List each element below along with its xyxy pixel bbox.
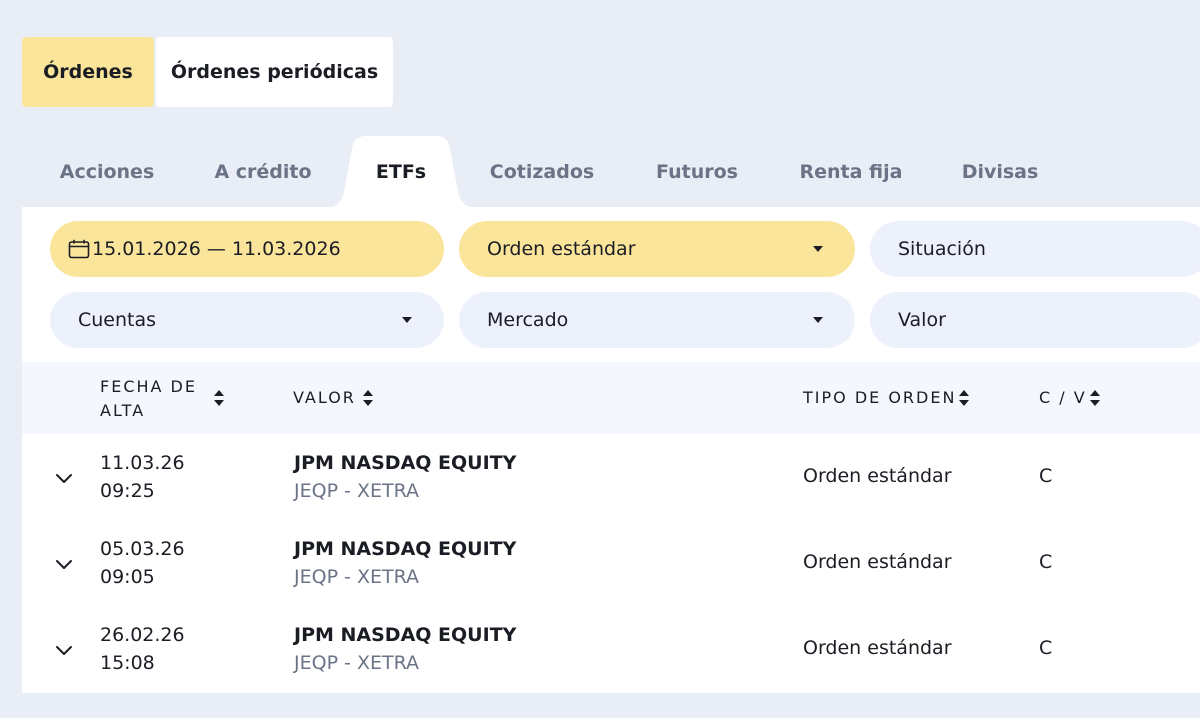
sort-icon[interactable] xyxy=(1089,389,1101,407)
chevron-down-icon[interactable] xyxy=(54,640,74,660)
sort-icon[interactable] xyxy=(213,389,225,407)
header-compra-venta[interactable]: C / V xyxy=(1039,386,1087,410)
row-date: 26.02.26 xyxy=(100,624,185,646)
row-date: 11.03.26 xyxy=(100,452,185,474)
chevron-down-icon[interactable] xyxy=(54,468,74,488)
header-fecha-line1: FECHA DE xyxy=(100,377,197,396)
sort-icon[interactable] xyxy=(362,389,374,407)
row-date: 05.03.26 xyxy=(100,538,185,560)
tab-cotizados[interactable]: Cotizados xyxy=(480,136,604,208)
header-valor[interactable]: VALOR xyxy=(293,386,356,410)
sort-icon[interactable] xyxy=(958,389,970,407)
date-range-filter[interactable]: 15.01.2026 — 11.03.2026 xyxy=(50,221,444,277)
market-select[interactable]: Mercado xyxy=(459,292,855,348)
row-security-name: JPM NASDAQ EQUITY xyxy=(294,452,517,474)
row-security-ticker: JEQP - XETRA xyxy=(294,480,420,502)
caret-down-icon xyxy=(813,246,823,252)
row-security-ticker: JEQP - XETRA xyxy=(294,566,420,588)
row-buy-sell: C xyxy=(1039,465,1053,487)
order-type-tabs: Órdenes Órdenes periódicas xyxy=(22,37,393,107)
table-row[interactable]: 26.02.26 15:08 JPM NASDAQ EQUITY JEQP - … xyxy=(22,608,1200,692)
row-order-type: Orden estándar xyxy=(803,637,952,659)
row-time: 15:08 xyxy=(100,652,155,674)
date-range-value: 15.01.2026 — 11.03.2026 xyxy=(92,238,341,260)
chevron-down-icon[interactable] xyxy=(54,554,74,574)
tab-ordenes-periodicas[interactable]: Órdenes periódicas xyxy=(156,37,393,107)
table-row[interactable]: 05.03.26 09:05 JPM NASDAQ EQUITY JEQP - … xyxy=(22,522,1200,606)
row-time: 09:25 xyxy=(100,480,155,502)
accounts-value: Cuentas xyxy=(78,309,157,331)
security-select[interactable]: Valor xyxy=(870,292,1200,348)
tab-ordenes[interactable]: Órdenes xyxy=(22,37,154,107)
row-time: 09:05 xyxy=(100,566,155,588)
caret-down-icon xyxy=(813,317,823,323)
row-buy-sell: C xyxy=(1039,551,1053,573)
tab-etfs[interactable]: ETFs xyxy=(351,136,451,208)
row-order-type: Orden estándar xyxy=(803,551,952,573)
order-type-select[interactable]: Orden estándar xyxy=(459,221,855,277)
category-tabs: Acciones A crédito ETFs Cotizados Futuro… xyxy=(0,136,1200,208)
table-row[interactable]: 11.03.26 09:25 JPM NASDAQ EQUITY JEQP - … xyxy=(22,436,1200,520)
calendar-icon xyxy=(68,239,90,259)
status-select[interactable]: Situación xyxy=(870,221,1200,277)
orders-page: Órdenes Órdenes periódicas Acciones A cr… xyxy=(0,0,1200,718)
header-fecha-line2: ALTA xyxy=(100,401,146,420)
header-fecha-alta[interactable]: FECHA DE ALTA xyxy=(100,375,197,423)
header-tipo-orden[interactable]: TIPO DE ORDEN xyxy=(803,386,956,410)
accounts-select[interactable]: Cuentas xyxy=(50,292,444,348)
tab-divisas[interactable]: Divisas xyxy=(950,136,1050,208)
table-header: FECHA DE ALTA VALOR TIPO DE ORDEN C / V xyxy=(22,362,1200,434)
row-security-ticker: JEQP - XETRA xyxy=(294,652,420,674)
tab-acciones[interactable]: Acciones xyxy=(50,136,164,208)
market-value: Mercado xyxy=(487,309,569,331)
caret-down-icon xyxy=(402,317,412,323)
tab-a-credito[interactable]: A crédito xyxy=(204,136,322,208)
row-security-name: JPM NASDAQ EQUITY xyxy=(294,624,517,646)
order-type-value: Orden estándar xyxy=(487,238,636,260)
tab-renta-fija[interactable]: Renta fija xyxy=(788,136,914,208)
row-buy-sell: C xyxy=(1039,637,1053,659)
tab-futuros[interactable]: Futuros xyxy=(640,136,754,208)
row-order-type: Orden estándar xyxy=(803,465,952,487)
security-value: Valor xyxy=(898,309,946,331)
status-value: Situación xyxy=(898,238,986,260)
row-security-name: JPM NASDAQ EQUITY xyxy=(294,538,517,560)
